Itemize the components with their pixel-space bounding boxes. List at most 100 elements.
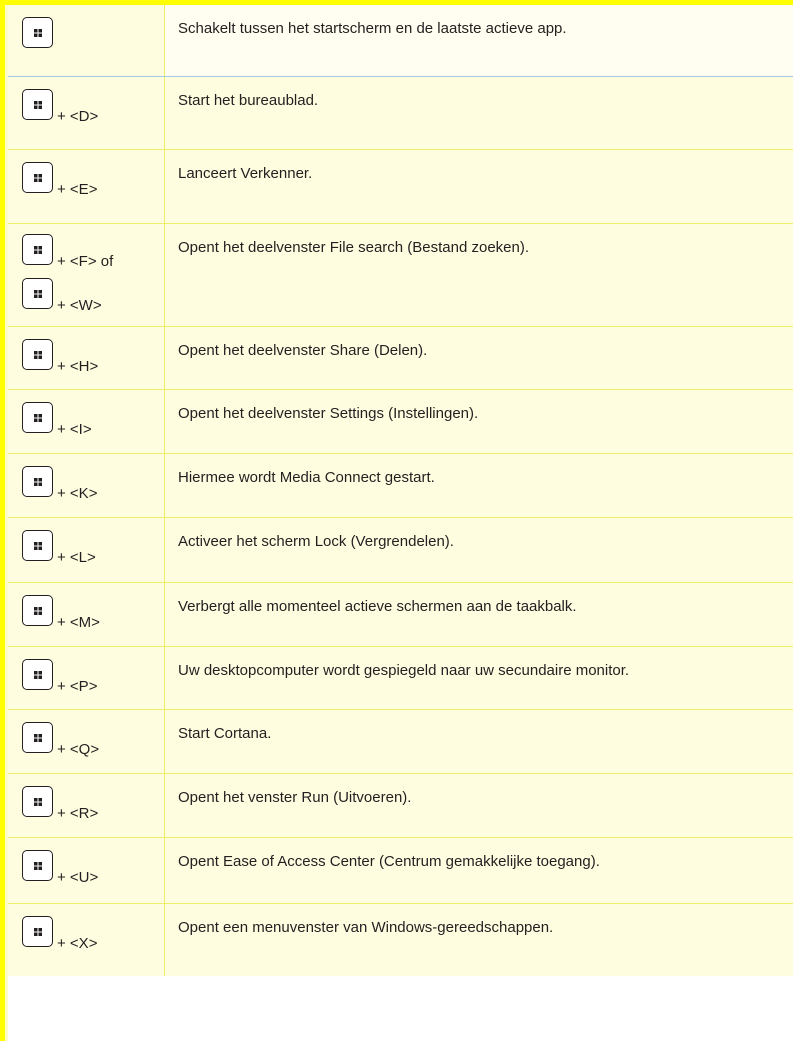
shortcut-key-cell: + <K> xyxy=(8,454,165,517)
shortcut-description: Opent het deelvenster File search (Besta… xyxy=(165,224,793,326)
shortcut-key-cell xyxy=(8,5,165,76)
shortcut-row: + <P> Uw desktopcomputer wordt gespiegeld… xyxy=(8,647,793,710)
shortcut-row: Schakelt tussen het startscherm en de la… xyxy=(8,5,793,77)
windows-key xyxy=(22,530,53,561)
shortcut-key-cell: + <X> xyxy=(8,904,165,976)
key-combo-label: + <F> of xyxy=(57,253,114,270)
windows-logo-icon xyxy=(34,734,42,742)
windows-key xyxy=(22,595,53,626)
key-combination: + <L> xyxy=(22,530,96,565)
key-combination: + <I> xyxy=(22,402,92,437)
windows-logo-icon xyxy=(34,290,42,298)
key-combination: + <D> xyxy=(22,89,98,124)
shortcut-row: + <M> Verbergt alle momenteel actieve sch… xyxy=(8,583,793,647)
shortcut-key-cell: + <U> xyxy=(8,838,165,903)
shortcut-key-cell: + <F> of + <W> xyxy=(8,224,165,326)
key-combination: + <R> xyxy=(22,786,98,821)
windows-logo-icon xyxy=(34,607,42,615)
key-combination: + <F> of xyxy=(22,234,113,269)
windows-key xyxy=(22,339,53,370)
windows-key xyxy=(22,89,53,120)
windows-key xyxy=(22,278,53,309)
shortcut-key-cell: + <R> xyxy=(8,774,165,837)
key-combo-label: + <I> xyxy=(57,421,92,438)
shortcut-row: + <D> Start het bureaublad. xyxy=(8,77,793,150)
windows-logo-icon xyxy=(34,101,42,109)
key-combo-label: + <W> xyxy=(57,297,102,314)
shortcut-row: + <L> Activeer het scherm Lock (Vergrende… xyxy=(8,518,793,583)
shortcut-key-cell: + <I> xyxy=(8,390,165,453)
key-combination xyxy=(22,17,53,48)
key-combination: + <E> xyxy=(22,162,97,197)
key-combo-label: + <R> xyxy=(57,805,99,822)
key-combo-label: + <P> xyxy=(57,678,98,695)
shortcut-row: + <H> Opent het deelvenster Share (Delen)… xyxy=(8,327,793,390)
windows-key xyxy=(22,466,53,497)
shortcut-key-cell: + <E> xyxy=(8,150,165,223)
shortcut-description: Opent een menuvenster van Windows-gereed… xyxy=(165,904,793,976)
key-combo-label: + <X> xyxy=(57,935,98,952)
windows-key xyxy=(22,234,53,265)
shortcut-description: Opent het venster Run (Uitvoeren). xyxy=(165,774,793,837)
windows-key xyxy=(22,916,53,947)
windows-logo-icon xyxy=(34,928,42,936)
shortcut-key-cell: + <P> xyxy=(8,647,165,709)
shortcut-description: Schakelt tussen het startscherm en de la… xyxy=(165,5,793,76)
key-combination: + <K> xyxy=(22,466,97,501)
key-combination: + <W> xyxy=(22,278,102,313)
shortcut-key-cell: + <L> xyxy=(8,518,165,582)
windows-logo-icon xyxy=(34,174,42,182)
windows-logo-icon xyxy=(34,542,42,550)
shortcut-description: Uw desktopcomputer wordt gespiegeld naar… xyxy=(165,647,793,709)
shortcut-description: Opent het deelvenster Share (Delen). xyxy=(165,327,793,389)
shortcut-row: + <Q> Start Cortana. xyxy=(8,710,793,774)
key-combo-label: + <K> xyxy=(57,485,98,502)
windows-logo-icon xyxy=(34,351,42,359)
shortcut-row: + <R> Opent het venster Run (Uitvoeren). xyxy=(8,774,793,838)
key-combo-label: + <H> xyxy=(57,358,99,375)
windows-logo-icon xyxy=(34,478,42,486)
windows-logo-icon xyxy=(34,862,42,870)
windows-logo-icon xyxy=(34,414,42,422)
key-combination: + <X> xyxy=(22,916,97,951)
shortcut-description: Opent het deelvenster Settings (Instelli… xyxy=(165,390,793,453)
key-combo-label: + <L> xyxy=(57,549,96,566)
key-combo-label: + <D> xyxy=(57,108,99,125)
shortcut-row: + <U> Opent Ease of Access Center (Centru… xyxy=(8,838,793,904)
shortcut-key-cell: + <M> xyxy=(8,583,165,646)
windows-logo-icon xyxy=(34,29,42,37)
shortcut-key-cell: + <Q> xyxy=(8,710,165,773)
shortcut-description: Verbergt alle momenteel actieve schermen… xyxy=(165,583,793,646)
shortcut-row: + <F> of + <W> Opent het deelvenster File … xyxy=(8,224,793,327)
windows-logo-icon xyxy=(34,671,42,679)
key-combination: + <Q> xyxy=(22,722,99,757)
shortcut-row: + <E> Lanceert Verkenner. xyxy=(8,150,793,224)
shortcut-description: Activeer het scherm Lock (Vergrendelen). xyxy=(165,518,793,582)
windows-key xyxy=(22,850,53,881)
shortcut-row: + <I> Opent het deelvenster Settings (Ins… xyxy=(8,390,793,454)
key-combination: + <P> xyxy=(22,659,97,694)
key-combination: + <M> xyxy=(22,595,100,630)
windows-key xyxy=(22,17,53,48)
shortcut-row: + <X> Opent een menuvenster van Windows-g… xyxy=(8,904,793,976)
shortcut-key-cell: + <H> xyxy=(8,327,165,389)
shortcut-description: Opent Ease of Access Center (Centrum gem… xyxy=(165,838,793,903)
windows-key xyxy=(22,659,53,690)
windows-key xyxy=(22,786,53,817)
shortcut-key-cell: + <D> xyxy=(8,77,165,149)
shortcut-description: Hiermee wordt Media Connect gestart. xyxy=(165,454,793,517)
windows-key xyxy=(22,722,53,753)
windows-key xyxy=(22,162,53,193)
key-combo-label: + <M> xyxy=(57,614,100,631)
key-combo-label: + <E> xyxy=(57,181,98,198)
key-combination: + <H> xyxy=(22,339,98,374)
shortcut-description: Start het bureaublad. xyxy=(165,77,793,149)
key-combination: + <U> xyxy=(22,850,98,885)
windows-key xyxy=(22,402,53,433)
shortcut-description: Start Cortana. xyxy=(165,710,793,773)
key-combo-label: + <Q> xyxy=(57,741,100,758)
key-combo-label: + <U> xyxy=(57,869,99,886)
shortcut-table: Schakelt tussen het startscherm en de la… xyxy=(8,5,793,976)
windows-logo-icon xyxy=(34,246,42,254)
shortcut-row: + <K> Hiermee wordt Media Connect gestart… xyxy=(8,454,793,518)
